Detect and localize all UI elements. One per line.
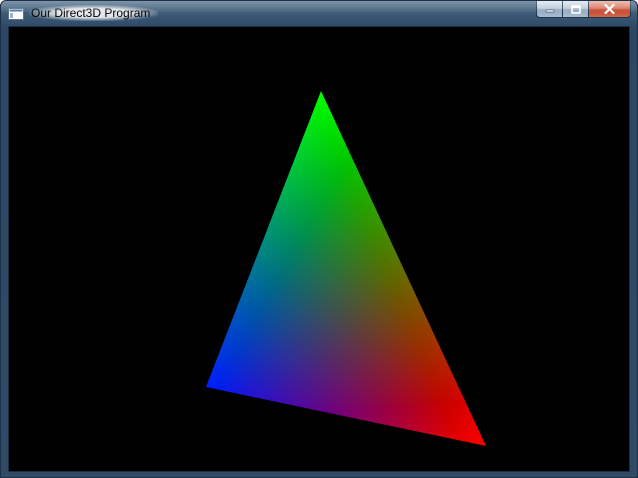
application-window: Our Direct3D Program [0,0,638,478]
app-window-icon[interactable] [8,7,24,20]
close-button[interactable] [588,1,631,18]
maximize-button[interactable] [562,1,588,18]
close-icon [604,4,615,14]
direct3d-viewport[interactable] [8,26,630,472]
maximize-icon [570,4,581,14]
caption-buttons [536,1,631,19]
minimize-button[interactable] [536,1,562,18]
render-surface [206,91,486,446]
minimize-icon [545,9,554,13]
window-title: Our Direct3D Program [29,5,159,21]
shaded-triangle [206,91,486,446]
title-bar[interactable]: Our Direct3D Program [1,1,637,25]
